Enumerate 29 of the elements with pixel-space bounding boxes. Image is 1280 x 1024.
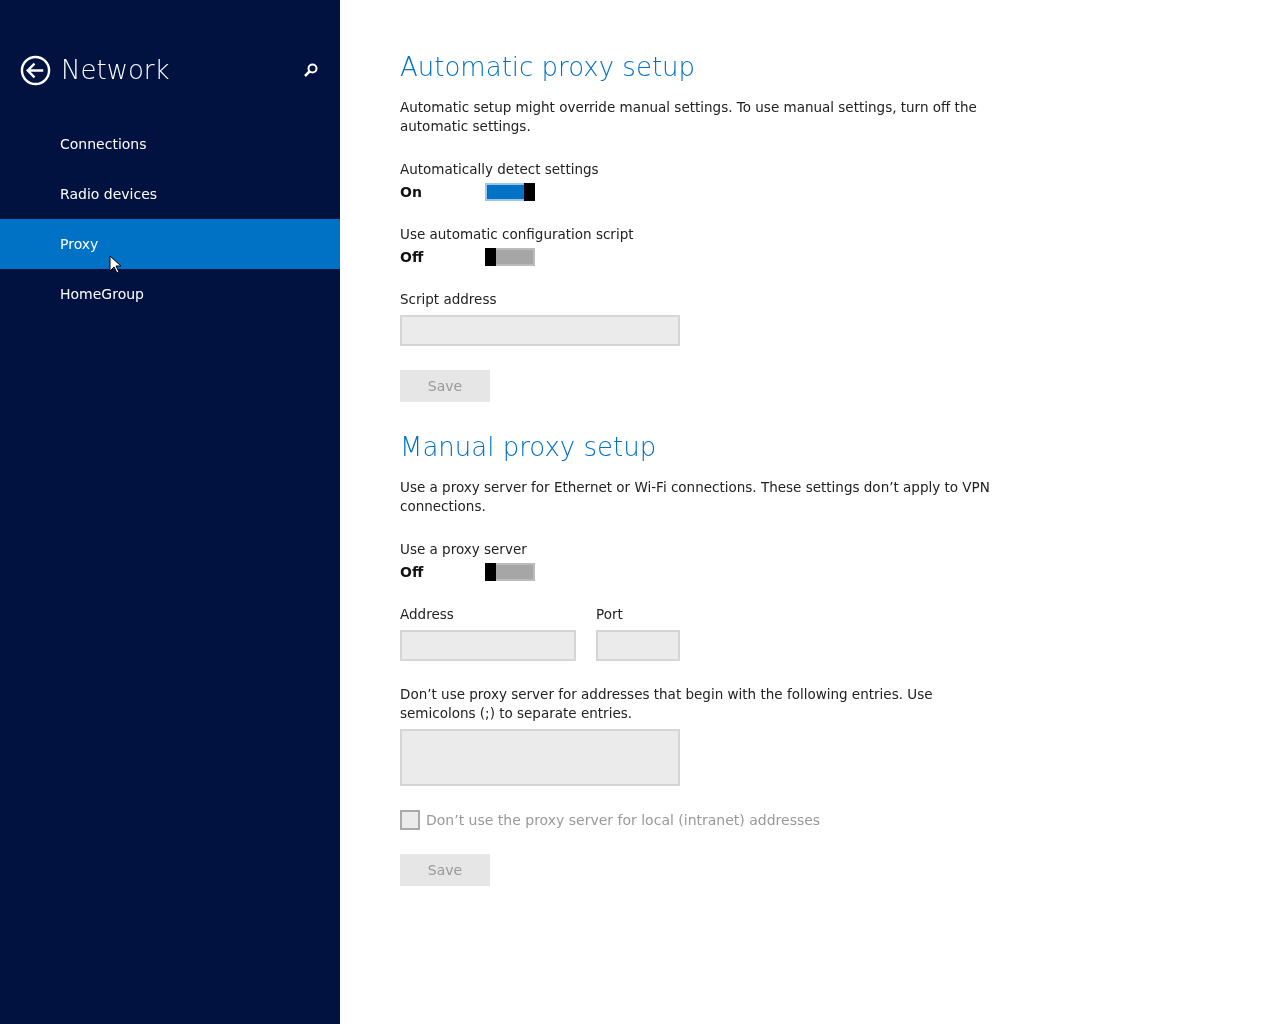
sidebar-item[interactable]: Connections [0, 119, 340, 169]
setting-label: Use a proxy server [400, 540, 528, 559]
section-title: Automatic proxy setup [400, 52, 697, 82]
search-icon[interactable] [304, 63, 318, 77]
setting-label: Use automatic configuration script [400, 225, 635, 244]
section-description: Automatic setup might override manual settings. To use manual settings, turn off the automatic settings. [400, 98, 978, 136]
mouse-pointer-icon [109, 255, 121, 274]
section-title: Manual proxy setup [400, 432, 658, 462]
sidebar-item[interactable]: Radio devices [0, 169, 340, 219]
toggle-switch[interactable] [485, 563, 535, 581]
toggle-switch[interactable] [485, 248, 535, 266]
field-label: Don’t use proxy server for addresses that begin with the following entries. Use semicolons (;) to separate entries. [400, 685, 934, 723]
page-title: Network [61, 55, 171, 85]
field-label: Port [596, 605, 624, 624]
setting-label: Automatically detect settings [400, 160, 600, 179]
checkbox-label: Don’t use the proxy server for local (intranet) addresses [426, 812, 821, 828]
toggle-switch[interactable] [485, 183, 535, 201]
field-label: Address [400, 605, 455, 624]
input-field[interactable] [596, 630, 680, 661]
input-field[interactable] [400, 729, 680, 786]
input-field[interactable] [400, 315, 680, 346]
toggle-state: Off [400, 564, 425, 580]
toggle-state: Off [400, 249, 425, 265]
section-description: Use a proxy server for Ethernet or Wi-Fi connections. These settings don’t apply to VPN connections. [400, 478, 991, 516]
input-field[interactable] [400, 630, 576, 661]
field-label: Script address [400, 290, 498, 309]
sidebar-item[interactable]: HomeGroup [0, 269, 340, 319]
toggle-state: On [400, 184, 423, 200]
sidebar-item[interactable]: Proxy [0, 219, 340, 269]
